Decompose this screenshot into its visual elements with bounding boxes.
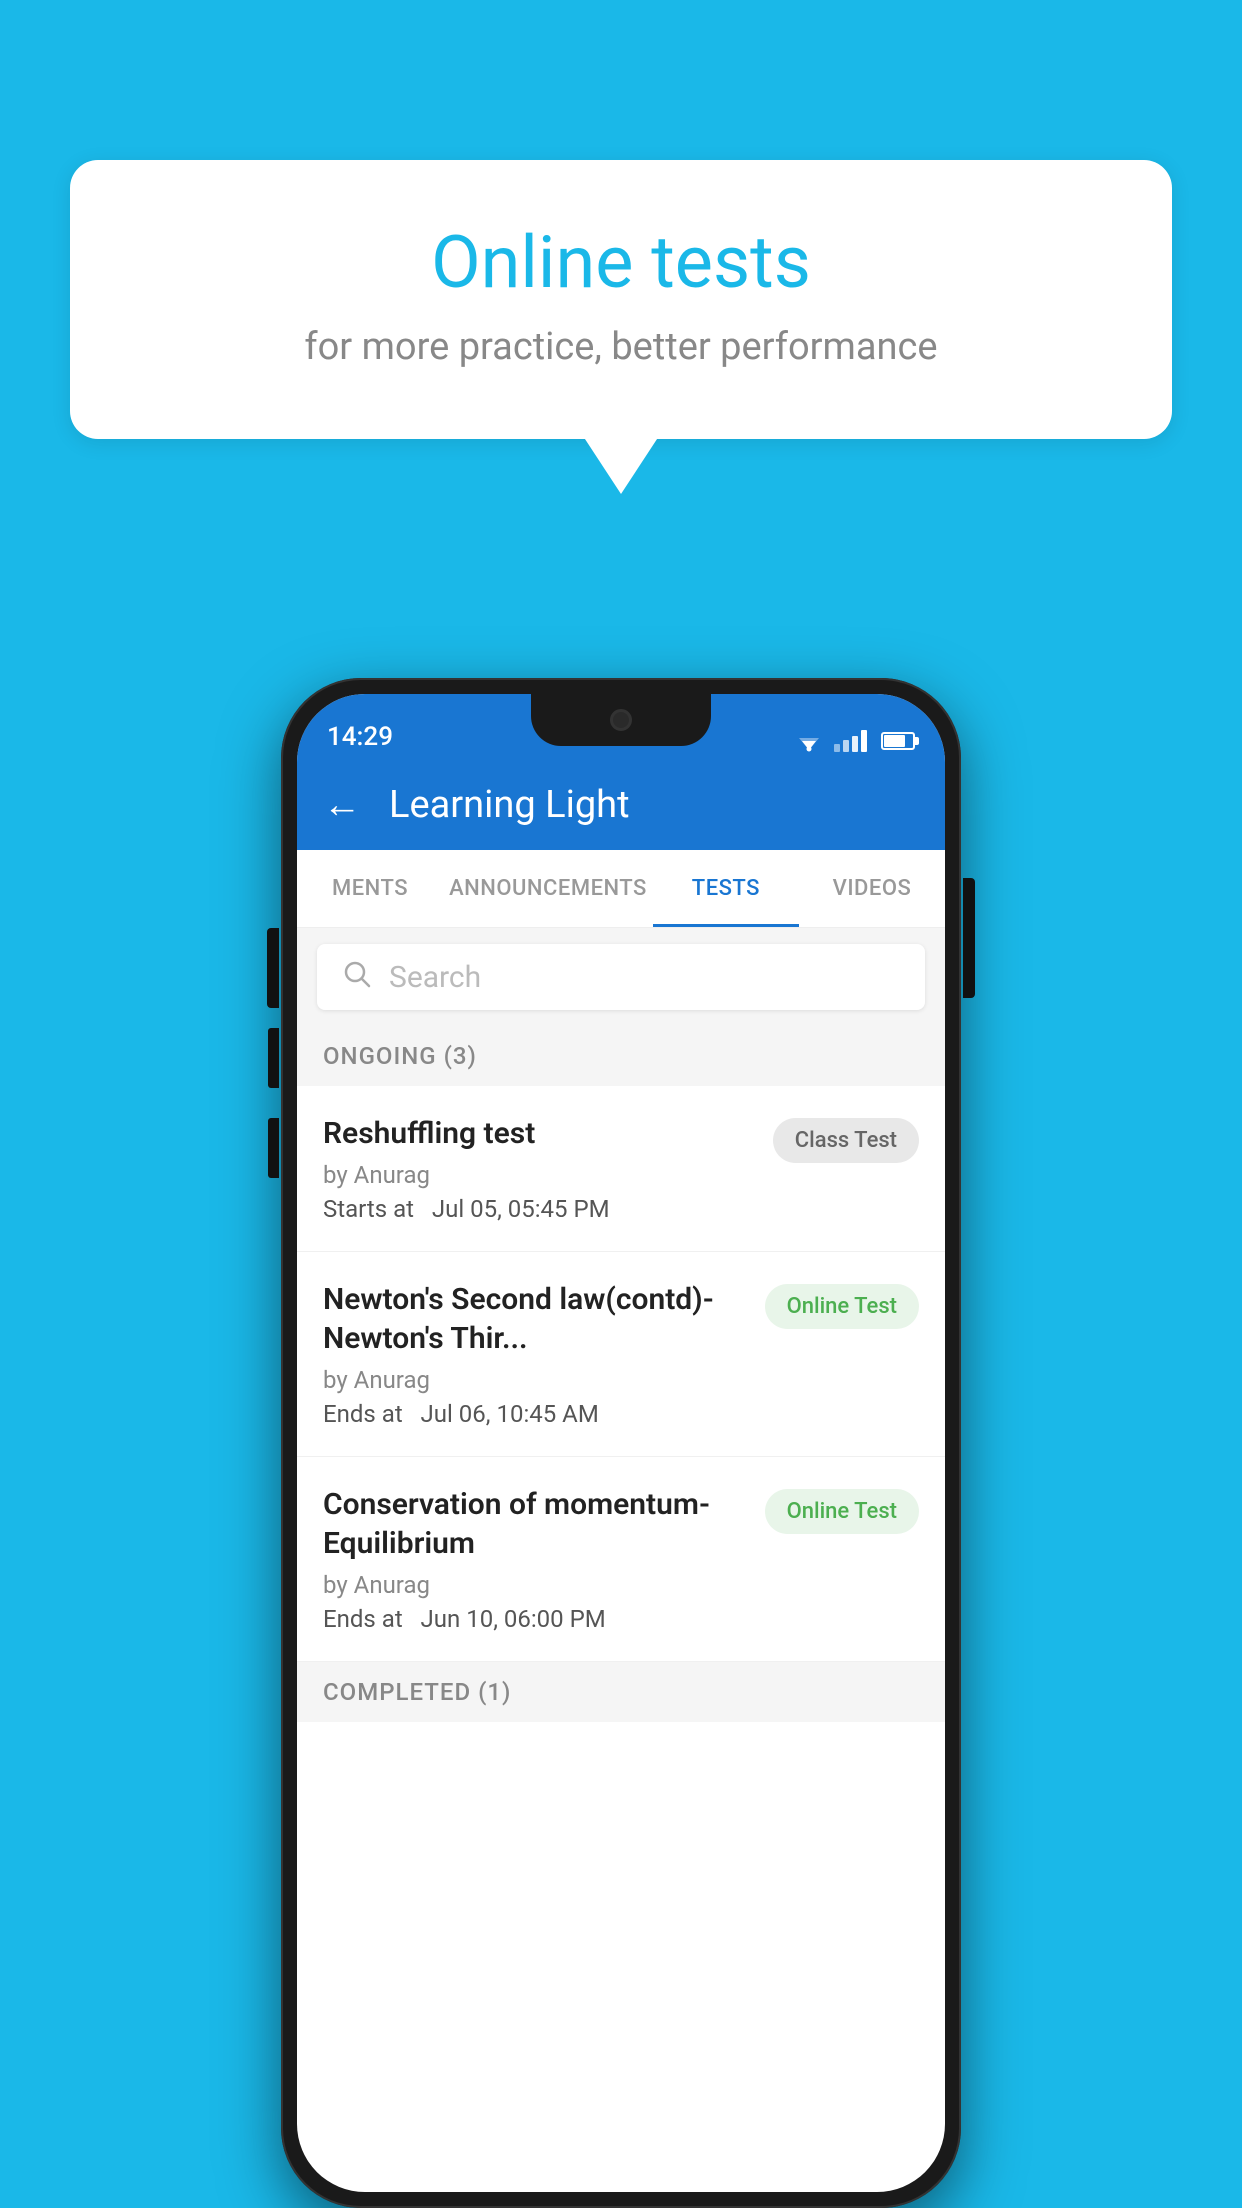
test-date-1: Starts at Jul 05, 05:45 PM [323, 1195, 757, 1223]
test-info-1: Reshuffling test by Anurag Starts at Jul… [323, 1114, 757, 1223]
speech-bubble-container: Online tests for more practice, better p… [70, 160, 1172, 439]
completed-section-title: COMPLETED (1) [323, 1678, 511, 1706]
test-date-label-3: Ends at [323, 1605, 403, 1633]
app-header: ← Learning Light [297, 760, 945, 850]
completed-section-header: COMPLETED (1) [297, 1662, 945, 1722]
bubble-title: Online tests [150, 220, 1092, 305]
tab-tests[interactable]: TESTS [653, 850, 799, 927]
test-date-label-1: Starts at [323, 1195, 414, 1223]
ongoing-section-title: ONGOING (3) [323, 1042, 477, 1070]
test-name-3: Conservation of momentum-Equilibrium [323, 1485, 749, 1563]
test-item-1[interactable]: Reshuffling test by Anurag Starts at Jul… [297, 1086, 945, 1252]
test-date-2: Ends at Jul 06, 10:45 AM [323, 1400, 749, 1428]
test-info-2: Newton's Second law(contd)-Newton's Thir… [323, 1280, 749, 1428]
bubble-subtitle: for more practice, better performance [150, 325, 1092, 369]
tabs-container: MENTS ANNOUNCEMENTS TESTS VIDEOS [297, 850, 945, 928]
test-date-label-2: Ends at [323, 1400, 403, 1428]
test-item-3[interactable]: Conservation of momentum-Equilibrium by … [297, 1457, 945, 1662]
ongoing-section-header: ONGOING (3) [297, 1026, 945, 1086]
phone-screen: 14:29 [297, 694, 945, 2192]
test-info-3: Conservation of momentum-Equilibrium by … [323, 1485, 749, 1633]
search-placeholder: Search [389, 960, 481, 995]
test-author-1: by Anurag [323, 1161, 757, 1189]
search-icon [343, 960, 371, 995]
test-date-value-3: Jun 10, 06:00 PM [421, 1605, 606, 1633]
status-time: 14:29 [327, 722, 393, 752]
test-date-value-2: Jul 06, 10:45 AM [421, 1400, 599, 1428]
test-date-value-1: Jul 05, 05:45 PM [432, 1195, 610, 1223]
test-badge-1: Class Test [773, 1118, 919, 1163]
phone-container: 14:29 [281, 678, 961, 2208]
search-container: Search [297, 928, 945, 1026]
signal-bars-icon [834, 730, 867, 752]
test-name-1: Reshuffling test [323, 1114, 757, 1153]
test-badge-2: Online Test [765, 1284, 919, 1329]
tab-videos[interactable]: VIDEOS [799, 850, 945, 927]
wifi-icon [794, 730, 824, 752]
test-item-2[interactable]: Newton's Second law(contd)-Newton's Thir… [297, 1252, 945, 1457]
phone-outer: 14:29 [281, 678, 961, 2208]
notch-camera [610, 709, 632, 731]
test-list: Reshuffling test by Anurag Starts at Jul… [297, 1086, 945, 1662]
tab-ments[interactable]: MENTS [297, 850, 443, 927]
app-title: Learning Light [389, 783, 630, 827]
back-button[interactable]: ← [323, 786, 361, 824]
test-author-3: by Anurag [323, 1571, 749, 1599]
test-author-2: by Anurag [323, 1366, 749, 1394]
test-name-2: Newton's Second law(contd)-Newton's Thir… [323, 1280, 749, 1358]
speech-bubble: Online tests for more practice, better p… [70, 160, 1172, 439]
test-date-3: Ends at Jun 10, 06:00 PM [323, 1605, 749, 1633]
battery-icon [881, 732, 915, 750]
status-icons [794, 730, 915, 752]
notch [531, 694, 711, 746]
tab-announcements[interactable]: ANNOUNCEMENTS [443, 850, 653, 927]
test-badge-3: Online Test [765, 1489, 919, 1534]
search-input-wrapper[interactable]: Search [317, 944, 925, 1010]
